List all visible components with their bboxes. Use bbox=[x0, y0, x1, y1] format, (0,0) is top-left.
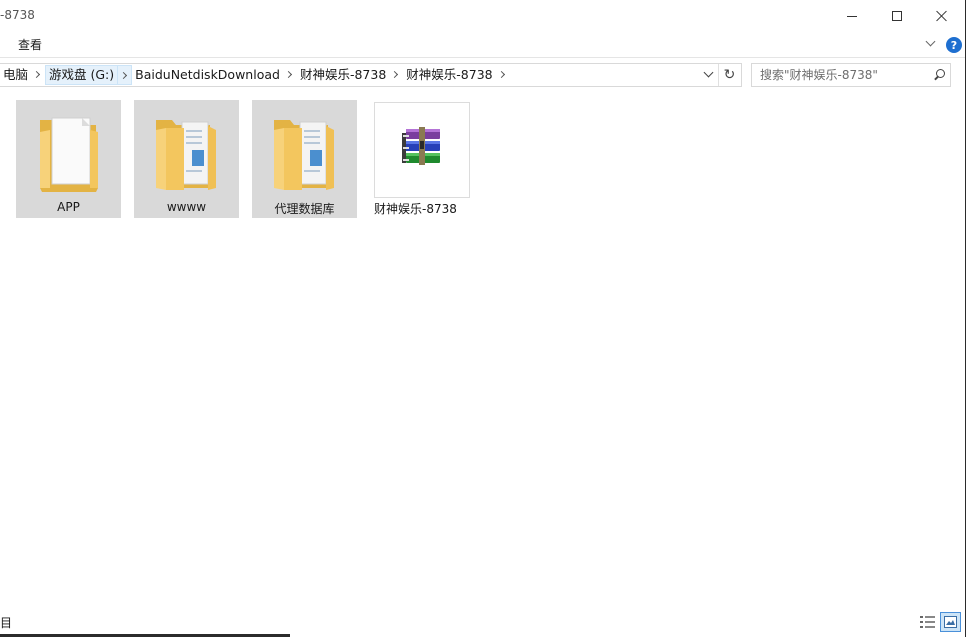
file-view[interactable]: APP wwww 代理数据库 财神娱乐-8738 bbox=[0, 90, 965, 610]
breadcrumb-separator-icon[interactable] bbox=[283, 65, 297, 85]
address-history-chevron-icon[interactable] bbox=[700, 64, 718, 86]
help-icon[interactable]: ? bbox=[946, 37, 962, 53]
large-icons-view-button[interactable] bbox=[940, 612, 961, 632]
breadcrumb-baidunetdiskdownload[interactable]: BaiduNetdiskDownload bbox=[132, 65, 283, 85]
breadcrumb-separator-icon[interactable] bbox=[118, 65, 133, 85]
file-item-label: APP bbox=[57, 200, 80, 214]
search-icon[interactable] bbox=[932, 68, 946, 82]
maximize-button[interactable] bbox=[874, 0, 920, 32]
menu-view[interactable]: 查看 bbox=[18, 36, 42, 53]
status-bar: 目 bbox=[0, 610, 965, 634]
maximize-icon bbox=[892, 11, 902, 21]
breadcrumb: 电脑 游戏盘 (G:) BaiduNetdiskDownload 财神娱乐-87… bbox=[0, 64, 700, 86]
ribbon: 查看 bbox=[0, 32, 965, 58]
file-item-label: wwww bbox=[166, 200, 207, 214]
breadcrumb-folder-2[interactable]: 财神娱乐-8738 bbox=[403, 65, 495, 85]
search-box[interactable] bbox=[751, 63, 951, 87]
status-item-count: 目 bbox=[0, 616, 13, 630]
breadcrumb-separator-icon[interactable] bbox=[389, 65, 403, 85]
minimize-button[interactable] bbox=[829, 0, 875, 32]
winrar-archive-icon bbox=[402, 127, 440, 165]
refresh-icon[interactable]: ↻ bbox=[718, 64, 740, 86]
close-icon bbox=[936, 10, 948, 22]
breadcrumb-separator-icon[interactable] bbox=[31, 65, 45, 85]
title-bar: -8738 bbox=[0, 0, 965, 32]
breadcrumb-this-pc[interactable]: 电脑 bbox=[0, 65, 31, 85]
breadcrumb-folder-1[interactable]: 财神娱乐-8738 bbox=[297, 65, 389, 85]
close-button[interactable] bbox=[919, 0, 965, 32]
file-item-app[interactable]: APP bbox=[16, 100, 121, 218]
minimize-icon bbox=[847, 15, 857, 17]
file-item-label: 代理数据库 bbox=[274, 202, 335, 216]
breadcrumb-drive-g[interactable]: 游戏盘 (G:) bbox=[45, 65, 119, 85]
file-item-label: 财神娱乐-8738 bbox=[374, 202, 457, 216]
window-title: -8738 bbox=[0, 8, 35, 22]
file-item-wwww[interactable]: wwww bbox=[134, 100, 239, 218]
address-bar[interactable]: 电脑 游戏盘 (G:) BaiduNetdiskDownload 财神娱乐-87… bbox=[0, 63, 742, 87]
folder-icon bbox=[40, 117, 98, 192]
folder-icon bbox=[156, 120, 216, 190]
details-view-icon[interactable] bbox=[918, 613, 938, 631]
folder-icon bbox=[274, 120, 334, 190]
large-icons-view-icon bbox=[944, 616, 957, 628]
file-item-proxy-database[interactable]: 代理数据库 bbox=[252, 100, 357, 218]
explorer-window: -8738 查看 ? 电脑 游戏盘 (G:) BaiduNetdiskDownl… bbox=[0, 0, 966, 637]
breadcrumb-separator-icon[interactable] bbox=[496, 65, 510, 85]
expand-ribbon-chevron-icon[interactable] bbox=[924, 37, 938, 51]
search-input[interactable] bbox=[760, 67, 930, 83]
file-item-archive[interactable] bbox=[374, 102, 470, 198]
